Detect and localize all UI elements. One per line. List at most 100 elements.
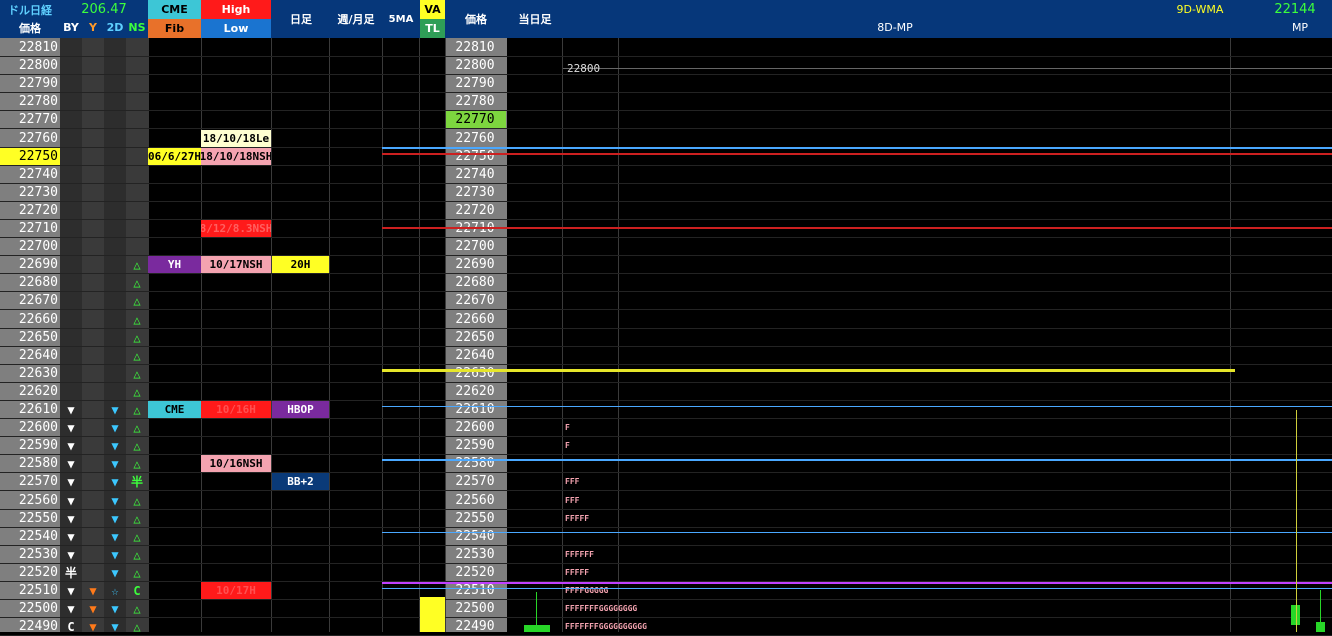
- price-cell: 22770: [18, 112, 58, 127]
- level-line-yellow: [382, 369, 1235, 372]
- ns-marker: △: [133, 493, 141, 508]
- price-row: 22650 22650 △: [0, 329, 1332, 347]
- price-cell: 22670: [18, 293, 58, 308]
- ns-marker: △: [133, 275, 141, 290]
- price-row: 22520 22520 半 ▼ △ FFFFF: [0, 564, 1332, 582]
- price-row: 22560 22560 ▼ ▼ △ FFF: [0, 492, 1332, 510]
- high-label: 10/17H: [201, 582, 271, 599]
- price-cell: 22520: [18, 565, 58, 580]
- price-row: 22580 22580 ▼ ▼ △ 10/16NSH: [0, 455, 1332, 473]
- price-row: 22750 22750 06/6/27H 18/10/18NSH: [0, 148, 1332, 166]
- price-cell-right: 22580: [455, 456, 495, 471]
- ns-marker: △: [133, 420, 141, 435]
- price-row: 22770 22770: [0, 111, 1332, 129]
- price-cell: 22800: [18, 58, 58, 73]
- price-row: 22620 22620 △: [0, 383, 1332, 401]
- market-profile-letters: FFF: [565, 496, 580, 505]
- ns-marker: △: [133, 529, 141, 544]
- ns-marker: △: [133, 438, 141, 453]
- price-cell: 22550: [18, 511, 58, 526]
- price-cell-right: 22790: [455, 76, 495, 91]
- ns-marker: △: [133, 366, 141, 381]
- ma5-header: 5MA: [388, 13, 414, 25]
- by-marker: ▼: [67, 493, 75, 508]
- price-cell: 22810: [18, 40, 58, 55]
- by-marker: ▼: [67, 529, 75, 544]
- d2-marker: ▼: [111, 529, 119, 544]
- by-marker: ▼: [67, 511, 75, 526]
- price-cell-right: 22510: [455, 583, 495, 598]
- market-profile-letters: F: [565, 423, 570, 432]
- high-label: 10/16H: [201, 401, 271, 418]
- price-cell: 22660: [18, 312, 58, 327]
- today-candle-wick: [536, 592, 537, 625]
- mp-8d-header: 8D-MP: [877, 21, 913, 34]
- price-cell: 22600: [18, 420, 58, 435]
- fib-header: Fib: [148, 19, 201, 38]
- price-cell: 22710: [18, 221, 58, 236]
- d2-marker: ▼: [111, 420, 119, 435]
- level-line-blue: [382, 459, 1332, 461]
- price-row: 22760 22760 18/10/18Le: [0, 130, 1332, 148]
- price-row: 22510 22510 ▼ ▼ ☆ C 10/17H FFFFGGGGG: [0, 582, 1332, 600]
- price-cell-right: 22500: [455, 601, 495, 616]
- price-cell: 22690: [18, 257, 58, 272]
- price-cell: 22630: [18, 366, 58, 381]
- d2-marker: ▼: [111, 402, 119, 417]
- mp-wick: [1296, 410, 1297, 632]
- d2-marker: ▼: [111, 456, 119, 471]
- price-row: 22810 22810: [0, 39, 1332, 57]
- ns-marker: △: [133, 330, 141, 345]
- today-candle: [524, 625, 550, 632]
- price-cell-right: 22590: [455, 438, 495, 453]
- price-cell-right: 22670: [455, 293, 495, 308]
- level-line-red: [382, 153, 1332, 155]
- price-cell-right: 22490: [455, 619, 495, 634]
- ns-marker: △: [133, 511, 141, 526]
- price-cell-right: 22690: [455, 257, 495, 272]
- mp-header: MP: [1291, 21, 1309, 34]
- d2-marker: ☆: [111, 583, 119, 598]
- price-row: 22690 22690 △ YH 10/17NSH 20H: [0, 256, 1332, 274]
- price-cell-right: 22620: [455, 384, 495, 399]
- price-cell-right: 22720: [455, 203, 495, 218]
- row-separator: [0, 309, 1332, 310]
- ns-marker: △: [133, 565, 141, 580]
- price-cell: 22500: [18, 601, 58, 616]
- price-cell-right: 22520: [455, 565, 495, 580]
- level-line-blue: [382, 588, 1332, 589]
- price-cell-right: 22680: [455, 275, 495, 290]
- by-marker: ▼: [67, 601, 75, 616]
- col-by-header: BY: [63, 21, 79, 34]
- market-profile-letters: FFFFF: [565, 568, 590, 577]
- price-cell-right: 22740: [455, 167, 495, 182]
- price-cell-right: 22780: [455, 94, 495, 109]
- price-cell-right: 22570: [455, 474, 495, 489]
- by-marker: ▼: [67, 456, 75, 471]
- row-separator: [0, 490, 1332, 491]
- price-row: 22720 22720: [0, 202, 1332, 220]
- low-header: Low: [201, 19, 271, 38]
- by-marker: ▼: [67, 420, 75, 435]
- price-row: 22540 22540 ▼ ▼ △: [0, 528, 1332, 546]
- price-cell-right: 22530: [455, 547, 495, 562]
- price-cell: 22590: [18, 438, 58, 453]
- price-cell-right: 22750: [455, 149, 495, 164]
- price-row: 22600 22600 ▼ ▼ △ F: [0, 419, 1332, 437]
- mp-wick: [1320, 590, 1321, 632]
- price-cell-right: 22600: [455, 420, 495, 435]
- price-cell: 22750: [0, 148, 60, 165]
- market-profile-letters: FFF: [565, 477, 580, 486]
- market-profile-letters: FFFFFFFGGGGGGGGGG: [565, 622, 647, 631]
- price-row: 22780 22780: [0, 93, 1332, 111]
- by-marker: 半: [64, 566, 77, 580]
- d2-marker: ▼: [111, 474, 119, 489]
- price-cell-right: 22660: [455, 312, 495, 327]
- ns-marker: 半: [130, 475, 143, 489]
- price-cell-right: 22700: [455, 239, 495, 254]
- by-marker: ▼: [67, 547, 75, 562]
- price-cell-right: 22630: [455, 366, 495, 381]
- daily-header: 日足: [290, 13, 312, 26]
- price-cell-right: 22540: [455, 529, 495, 544]
- level-annotation: 22800: [567, 62, 601, 75]
